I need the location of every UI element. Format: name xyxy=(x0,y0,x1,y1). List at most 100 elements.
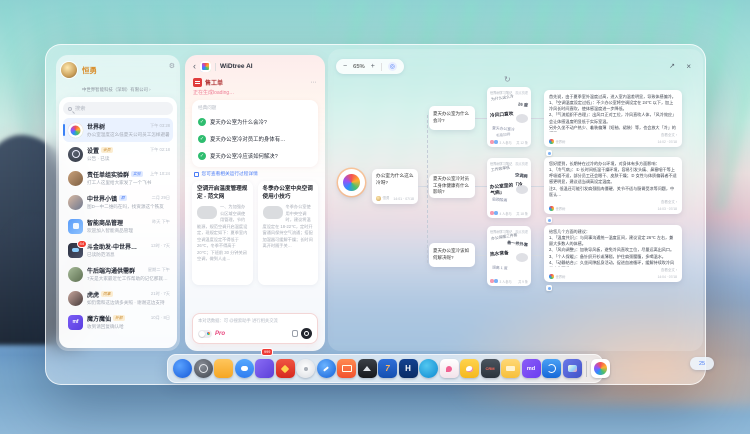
dock-app-gallery[interactable] xyxy=(563,359,582,378)
dock-app-worldtree-ai[interactable] xyxy=(591,359,610,378)
answer-doc-card[interactable]: 首先说，由于夏季室外温度过高，进入室内温差明显，导致体感偏冷。 1、「空调温度设… xyxy=(544,90,682,147)
branch-question-card[interactable]: 夏天办公室为什么会冷? xyxy=(429,106,475,130)
dock-app-files[interactable] xyxy=(501,359,520,378)
root-question-card[interactable]: 办公室为什么这么冷呀? 恒勇 14:01 · 07/18 xyxy=(372,169,418,204)
zoom-level: 65% xyxy=(353,64,365,70)
chat-name: 责任单组实验群 xyxy=(87,170,129,179)
unread-badge: 64 xyxy=(77,240,87,248)
dock-app-markdown[interactable]: md xyxy=(522,359,541,378)
expand-icon[interactable]: ↗ xyxy=(669,63,675,70)
doc-marker-icon[interactable] xyxy=(546,285,552,291)
dock-app-game[interactable] xyxy=(276,359,295,378)
search-input[interactable]: 搜索 xyxy=(63,102,173,115)
gear-icon[interactable]: ⚙ xyxy=(169,62,175,70)
attach-icon[interactable] xyxy=(292,330,298,337)
chat-sidebar: 恒勇 中世界智能科技（深圳）有限公司 › ⚙ 搜索 世界树 下午 03:28 xyxy=(56,55,180,351)
dock-app-crm[interactable]: CRM xyxy=(481,359,500,378)
pinwheel-icon xyxy=(343,174,360,191)
voice-button[interactable] xyxy=(301,328,312,339)
locate-button[interactable]: ◎ xyxy=(388,62,397,71)
doc-marker-icon[interactable] xyxy=(546,217,552,223)
refresh-icon[interactable]: ↻ xyxy=(504,75,511,84)
close-icon[interactable]: × xyxy=(686,63,691,71)
keyword-note-card[interactable]: 世界树学习笔记 观点梳理 办公保暖三件套 备一件外套 热水常备 调高 1 度 3… xyxy=(487,226,531,286)
zoom-in-button[interactable]: + xyxy=(371,63,375,70)
question-item[interactable]: ✓ 夏天办公室为什么会冷? xyxy=(198,113,312,130)
floating-count-pill[interactable]: 25 xyxy=(690,357,714,370)
doc-marker-icon[interactable] xyxy=(546,150,552,156)
dock-app-docs[interactable]: H xyxy=(399,359,418,378)
dock-app-compass[interactable] xyxy=(317,359,336,378)
doc-footer-time: 14:03 · 07/18 xyxy=(658,207,677,211)
dock-app-folder[interactable] xyxy=(214,359,233,378)
keyword-note-card[interactable]: 世界树学习笔记 观点梳理 为什么这么冷 26 度 冷风口直吹 夏天办公室冷 毛毯… xyxy=(487,87,531,147)
note-word: 夏天办公室冷 xyxy=(492,126,515,133)
question-item[interactable]: ✓ 夏天办公室冷应该如何解决? xyxy=(198,147,312,164)
chat-name: 智能商品管理 xyxy=(87,218,123,227)
dock-app-video[interactable]: 7 xyxy=(378,359,397,378)
chat-list-item[interactable]: 中世界小镇 群 二月 29日 图D—中二维码在吗，找资源这个铁友 xyxy=(63,190,173,214)
question-item[interactable]: ✓ 夏天办公室冷对员工的身体有… xyxy=(198,130,312,147)
view-full-link[interactable]: 查看全文 › xyxy=(661,200,677,205)
dock-app-sync[interactable] xyxy=(542,359,561,378)
user-avatar[interactable] xyxy=(61,62,77,78)
connector-line xyxy=(531,118,544,119)
dock-app-browser[interactable] xyxy=(173,359,192,378)
answer-text: 您好提到，长期待在过冷的办公环境，对身体有多方面影响： 1、「冷气病」：① 长时… xyxy=(549,161,677,198)
participant-avatar xyxy=(490,279,494,283)
view-full-link[interactable]: 查看全文 › xyxy=(661,268,677,273)
question-text: 夏天办公室冷对员工的身体有… xyxy=(210,135,285,143)
pinwheel-icon xyxy=(594,362,607,375)
root-bot-avatar[interactable] xyxy=(338,169,365,196)
questions-card-title: 经典问题 xyxy=(198,105,312,111)
branch-question-card[interactable]: 夏天办公室冷该如何解决呢? xyxy=(429,243,475,267)
root-footer-name: 恒勇 xyxy=(383,196,390,201)
branch-question-card[interactable]: 夏天办公室冷对员工身体健康有什么影响? xyxy=(429,174,475,198)
answer-doc-card[interactable]: 您好提到，长期待在过冷的办公环境，对身体有多方面影响： 1、「冷气病」：① 长时… xyxy=(544,157,682,214)
chat-list-item[interactable]: 责任单组实验群 实验 上午 10:24 打工人这里给大家发了一个飞书 xyxy=(63,166,173,190)
desktop: 恒勇 中世界智能科技（深圳）有限公司 › ⚙ 搜索 世界树 下午 03:28 xyxy=(0,0,750,434)
chat-list-item[interactable]: 虎虎 同事 21时 · 7天 如仍需和这边请多关照 · 谢谢这边支持 xyxy=(63,286,173,310)
participant-avatar xyxy=(490,211,494,215)
redacted-blob xyxy=(516,185,528,194)
chat-list-item[interactable]: mf 魔方魔仙 外部 10月 · 8日 收到请回复确认哈 xyxy=(63,310,173,334)
reference-card[interactable]: 冬季办公室中央空调使用小技巧 冬季办公室使用中央空调时，建议将温度设定在 18-… xyxy=(258,181,319,285)
dock-app-globe[interactable] xyxy=(419,359,438,378)
back-icon[interactable]: ‹ xyxy=(193,62,196,71)
process-detail-link[interactable]: 您可查看相关运行过程详情 xyxy=(185,167,325,179)
participant-avatar xyxy=(494,211,498,215)
keyword-note-card[interactable]: 世界树学习笔记 观点梳理 工作效率低 空调病 办公室里的「冷气病」 肩颈酸痛 4… xyxy=(487,158,531,218)
whiteboard-canvas[interactable]: − 65% + ◎ ↗ × ↻ 办公室为什么这么冷呀? 恒勇 14:01 · 0… xyxy=(328,49,703,351)
dock-app-duck[interactable] xyxy=(460,359,479,378)
chat-list-item[interactable]: 牛后端沟通供需群 星期二 下午 7天是大家最近忙工作帮助的记忆那就找我 xyxy=(63,262,173,286)
chat-list-item[interactable]: 智能商品管理 昨天 下午 欢迎加入智能商品管理 xyxy=(63,214,173,238)
connector-line xyxy=(418,186,427,187)
chat-list-item[interactable]: 设置 会员 下午 02:18 公告 · 已读 xyxy=(63,142,173,166)
note-word: 调高 1 度 xyxy=(492,265,508,271)
note-word: 毛毯加持 xyxy=(496,132,511,138)
chat-preview: 办公室温度这么低夏天公司员工怎样避暑 xyxy=(87,132,170,138)
pro-label: Pro xyxy=(215,331,225,337)
generating-status: 正在生成loading… xyxy=(185,87,325,99)
chat-badge: 会员 xyxy=(101,147,113,153)
pro-toggle[interactable] xyxy=(198,330,212,338)
dock-app-disc[interactable] xyxy=(296,359,315,378)
bot-avatar xyxy=(549,274,554,279)
chat-badge: 群 xyxy=(119,195,127,201)
zoom-out-button[interactable]: − xyxy=(343,63,347,70)
dock-app-design[interactable] xyxy=(440,359,459,378)
chat-input-box[interactable]: 本对话数据：可 @搜索助手 进行相关交流 Pro xyxy=(192,313,318,344)
view-full-link[interactable]: 查看全文 › xyxy=(661,133,677,138)
dock-app-notes[interactable] xyxy=(255,359,274,378)
answer-doc-card[interactable]: 给您几个方面的建议： 1、「温度共识」：与同事沟通统一温度区间，建议设定 26℃… xyxy=(544,225,682,282)
more-icon[interactable]: ⋯ xyxy=(311,79,318,86)
chat-list-item[interactable]: 64 斗金助发-中世界智能… 13时 · 7天 已读防范消息 xyxy=(63,238,173,262)
dock-app-photos[interactable] xyxy=(358,359,377,378)
dock-app-mail[interactable] xyxy=(337,359,356,378)
chat-list-item[interactable]: 世界树 下午 03:28 办公室温度这么低夏天公司员工怎样避暑 xyxy=(63,118,173,142)
chat-time: 10月 · 8日 xyxy=(151,315,170,321)
avatar xyxy=(376,196,381,201)
dock-app-messages[interactable] xyxy=(235,359,254,378)
dock-app-settings[interactable] xyxy=(194,359,213,378)
reference-card[interactable]: 空调开启温度管理规定 - 范文网 一、为加强办公区域空调使用管理，节约能源，规范… xyxy=(192,181,253,285)
